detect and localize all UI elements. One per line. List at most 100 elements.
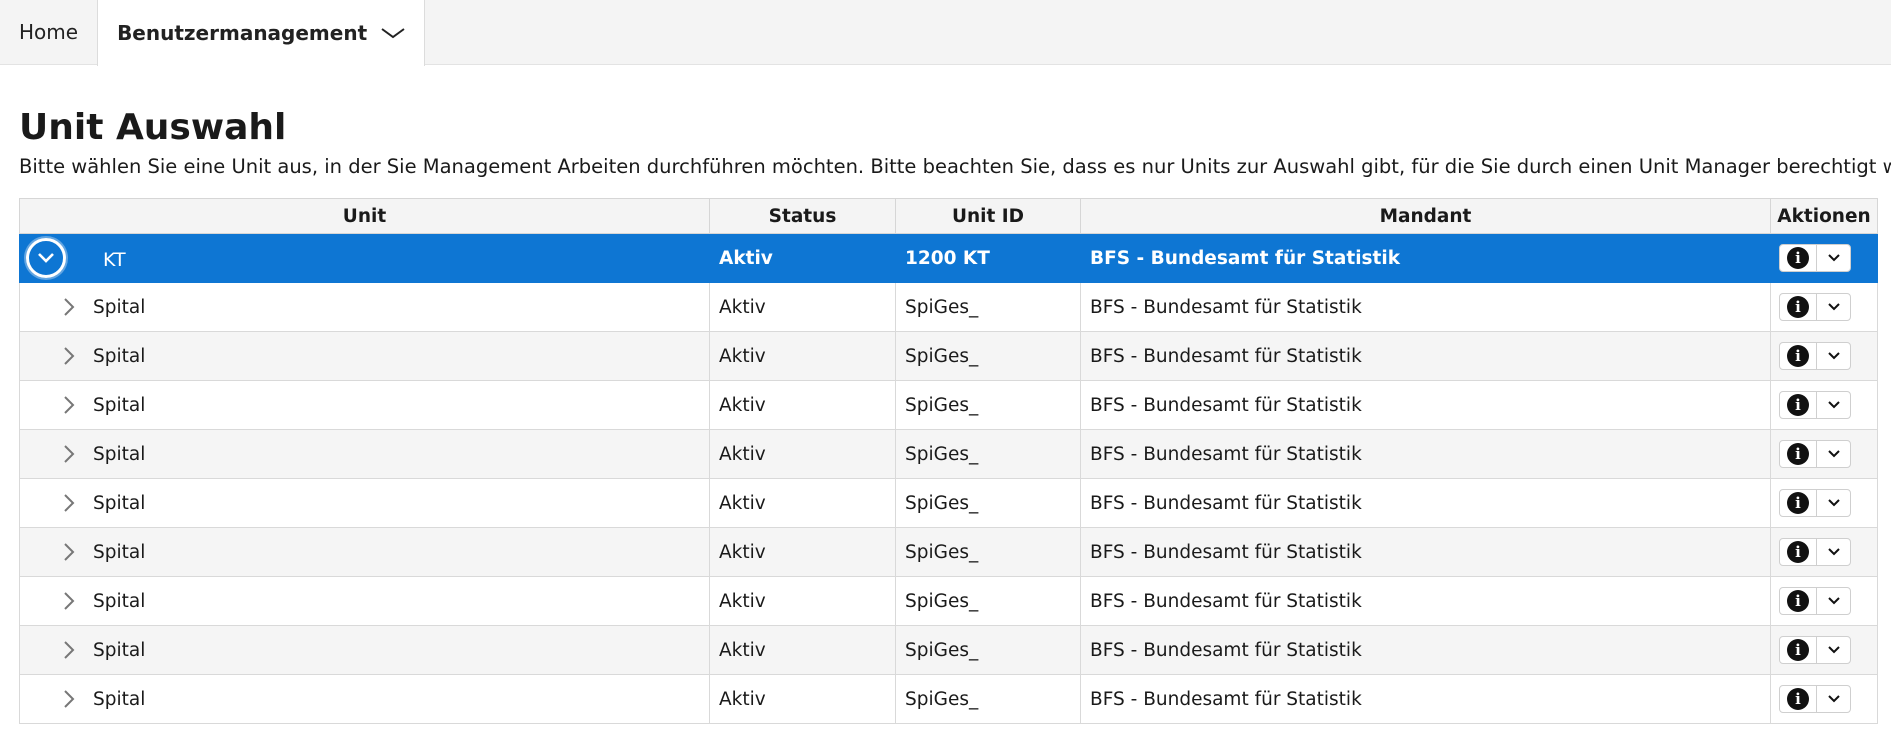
actions-cell: i: [1770, 233, 1878, 283]
actions-dropdown-button[interactable]: [1817, 539, 1850, 565]
chevron-right-icon[interactable]: [63, 444, 85, 464]
actions-dropdown-button[interactable]: [1817, 686, 1850, 712]
action-button-group: i: [1779, 489, 1851, 517]
nav-home[interactable]: Home: [0, 0, 97, 64]
unit-cell: Spital: [19, 576, 710, 626]
info-button[interactable]: i: [1780, 294, 1817, 320]
column-header-status: Status: [709, 198, 896, 234]
chevron-right-icon[interactable]: [63, 297, 85, 317]
table-row[interactable]: Spital Aktiv SpiGes_ BFS - Bundesamt für St…: [19, 576, 1878, 626]
table-row[interactable]: Spital Aktiv SpiGes_ BFS - Bundesamt für St…: [19, 674, 1878, 724]
unit-cell: KT: [19, 233, 710, 283]
table-row[interactable]: Spital Aktiv SpiGes_ BFS - Bundesamt für St…: [19, 527, 1878, 577]
info-button[interactable]: i: [1780, 490, 1817, 516]
chevron-down-icon: [1827, 695, 1840, 703]
actions-dropdown-button[interactable]: [1817, 441, 1850, 467]
chevron-down-icon: [1827, 450, 1840, 458]
info-icon: i: [1787, 345, 1809, 367]
chevron-down-icon: [1827, 499, 1840, 507]
actions-cell: i: [1770, 527, 1878, 577]
actions-dropdown-button[interactable]: [1817, 588, 1850, 614]
chevron-down-icon: [1827, 254, 1840, 262]
unit-name: Spital: [93, 541, 146, 563]
unit-id-cell: SpiGes_: [895, 527, 1081, 577]
table-row[interactable]: Spital Aktiv SpiGes_ BFS - Bundesamt für St…: [19, 625, 1878, 675]
action-button-group: i: [1779, 342, 1851, 370]
action-button-group: i: [1779, 587, 1851, 615]
status-cell: Aktiv: [709, 233, 896, 283]
column-header-unit: Unit: [19, 198, 710, 234]
actions-dropdown-button[interactable]: [1817, 343, 1850, 369]
unit-name: Spital: [93, 590, 146, 612]
info-button[interactable]: i: [1780, 637, 1817, 663]
action-button-group: i: [1779, 538, 1851, 566]
unit-cell: Spital: [19, 331, 710, 381]
info-button[interactable]: i: [1780, 588, 1817, 614]
chevron-down-icon: [1827, 401, 1840, 409]
info-icon: i: [1787, 639, 1809, 661]
action-button-group: i: [1779, 636, 1851, 664]
actions-dropdown-button[interactable]: [1817, 490, 1850, 516]
actions-cell: i: [1770, 576, 1878, 626]
info-icon: i: [1787, 688, 1809, 710]
actions-cell: i: [1770, 674, 1878, 724]
action-button-group: i: [1779, 391, 1851, 419]
info-button[interactable]: i: [1780, 343, 1817, 369]
unit-id-cell: 1200 KT: [895, 233, 1081, 283]
info-button[interactable]: i: [1780, 245, 1817, 271]
column-header-mandant: Mandant: [1080, 198, 1771, 234]
mandant-cell: BFS - Bundesamt für Statistik: [1080, 478, 1771, 528]
mandant-cell: BFS - Bundesamt für Statistik: [1080, 527, 1771, 577]
actions-cell: i: [1770, 429, 1878, 479]
table-row[interactable]: Spital Aktiv SpiGes_ BFS - Bundesamt für St…: [19, 282, 1878, 332]
chevron-right-icon[interactable]: [63, 542, 85, 562]
unit-id-cell: SpiGes_: [895, 331, 1081, 381]
table-row[interactable]: Spital Aktiv SpiGes_ BFS - Bundesamt für St…: [19, 478, 1878, 528]
chevron-right-icon[interactable]: [63, 346, 85, 366]
unit-id-cell: SpiGes_: [895, 625, 1081, 675]
mandant-cell: BFS - Bundesamt für Statistik: [1080, 380, 1771, 430]
action-button-group: i: [1779, 685, 1851, 713]
unit-cell: Spital: [19, 282, 710, 332]
chevron-right-icon[interactable]: [63, 689, 85, 709]
status-cell: Aktiv: [709, 527, 896, 577]
nav-user-management[interactable]: Benutzermanagement: [97, 0, 426, 66]
page-title: Unit Auswahl: [19, 107, 287, 148]
info-button[interactable]: i: [1780, 441, 1817, 467]
mandant-cell: BFS - Bundesamt für Statistik: [1080, 625, 1771, 675]
table-row-selected[interactable]: KT Aktiv 1200 KT BFS - Bundesamt für Sta…: [19, 233, 1878, 283]
mandant-cell: BFS - Bundesamt für Statistik: [1080, 331, 1771, 381]
table-row[interactable]: Spital Aktiv SpiGes_ BFS - Bundesamt für St…: [19, 429, 1878, 479]
status-cell: Aktiv: [709, 429, 896, 479]
table-row[interactable]: Spital Aktiv SpiGes_ BFS - Bundesamt für St…: [19, 331, 1878, 381]
actions-cell: i: [1770, 331, 1878, 381]
mandant-cell: BFS - Bundesamt für Statistik: [1080, 233, 1771, 283]
chevron-down-circle-icon[interactable]: [26, 238, 66, 278]
unit-name: Spital: [93, 492, 146, 514]
unit-name: Spital: [93, 296, 146, 318]
chevron-down-icon: [1827, 303, 1840, 311]
unit-name: KT: [103, 249, 126, 271]
mandant-cell: BFS - Bundesamt für Statistik: [1080, 674, 1771, 724]
unit-id-cell: SpiGes_: [895, 429, 1081, 479]
chevron-down-icon: [1827, 548, 1840, 556]
chevron-right-icon[interactable]: [63, 493, 85, 513]
chevron-down-icon: [381, 27, 405, 39]
info-button[interactable]: i: [1780, 686, 1817, 712]
actions-dropdown-button[interactable]: [1817, 392, 1850, 418]
status-cell: Aktiv: [709, 625, 896, 675]
info-button[interactable]: i: [1780, 392, 1817, 418]
info-button[interactable]: i: [1780, 539, 1817, 565]
actions-dropdown-button[interactable]: [1817, 294, 1850, 320]
actions-dropdown-button[interactable]: [1817, 245, 1850, 271]
table-row[interactable]: Spital Aktiv SpiGes_ BFS - Bundesamt für St…: [19, 380, 1878, 430]
chevron-right-icon[interactable]: [63, 640, 85, 660]
chevron-down-icon: [1827, 597, 1840, 605]
actions-dropdown-button[interactable]: [1817, 637, 1850, 663]
chevron-right-icon[interactable]: [63, 591, 85, 611]
units-table: Unit Status Unit ID Mandant Aktionen KT …: [19, 198, 1878, 724]
status-cell: Aktiv: [709, 380, 896, 430]
unit-id-cell: SpiGes_: [895, 282, 1081, 332]
chevron-right-icon[interactable]: [63, 395, 85, 415]
info-icon: i: [1787, 296, 1809, 318]
